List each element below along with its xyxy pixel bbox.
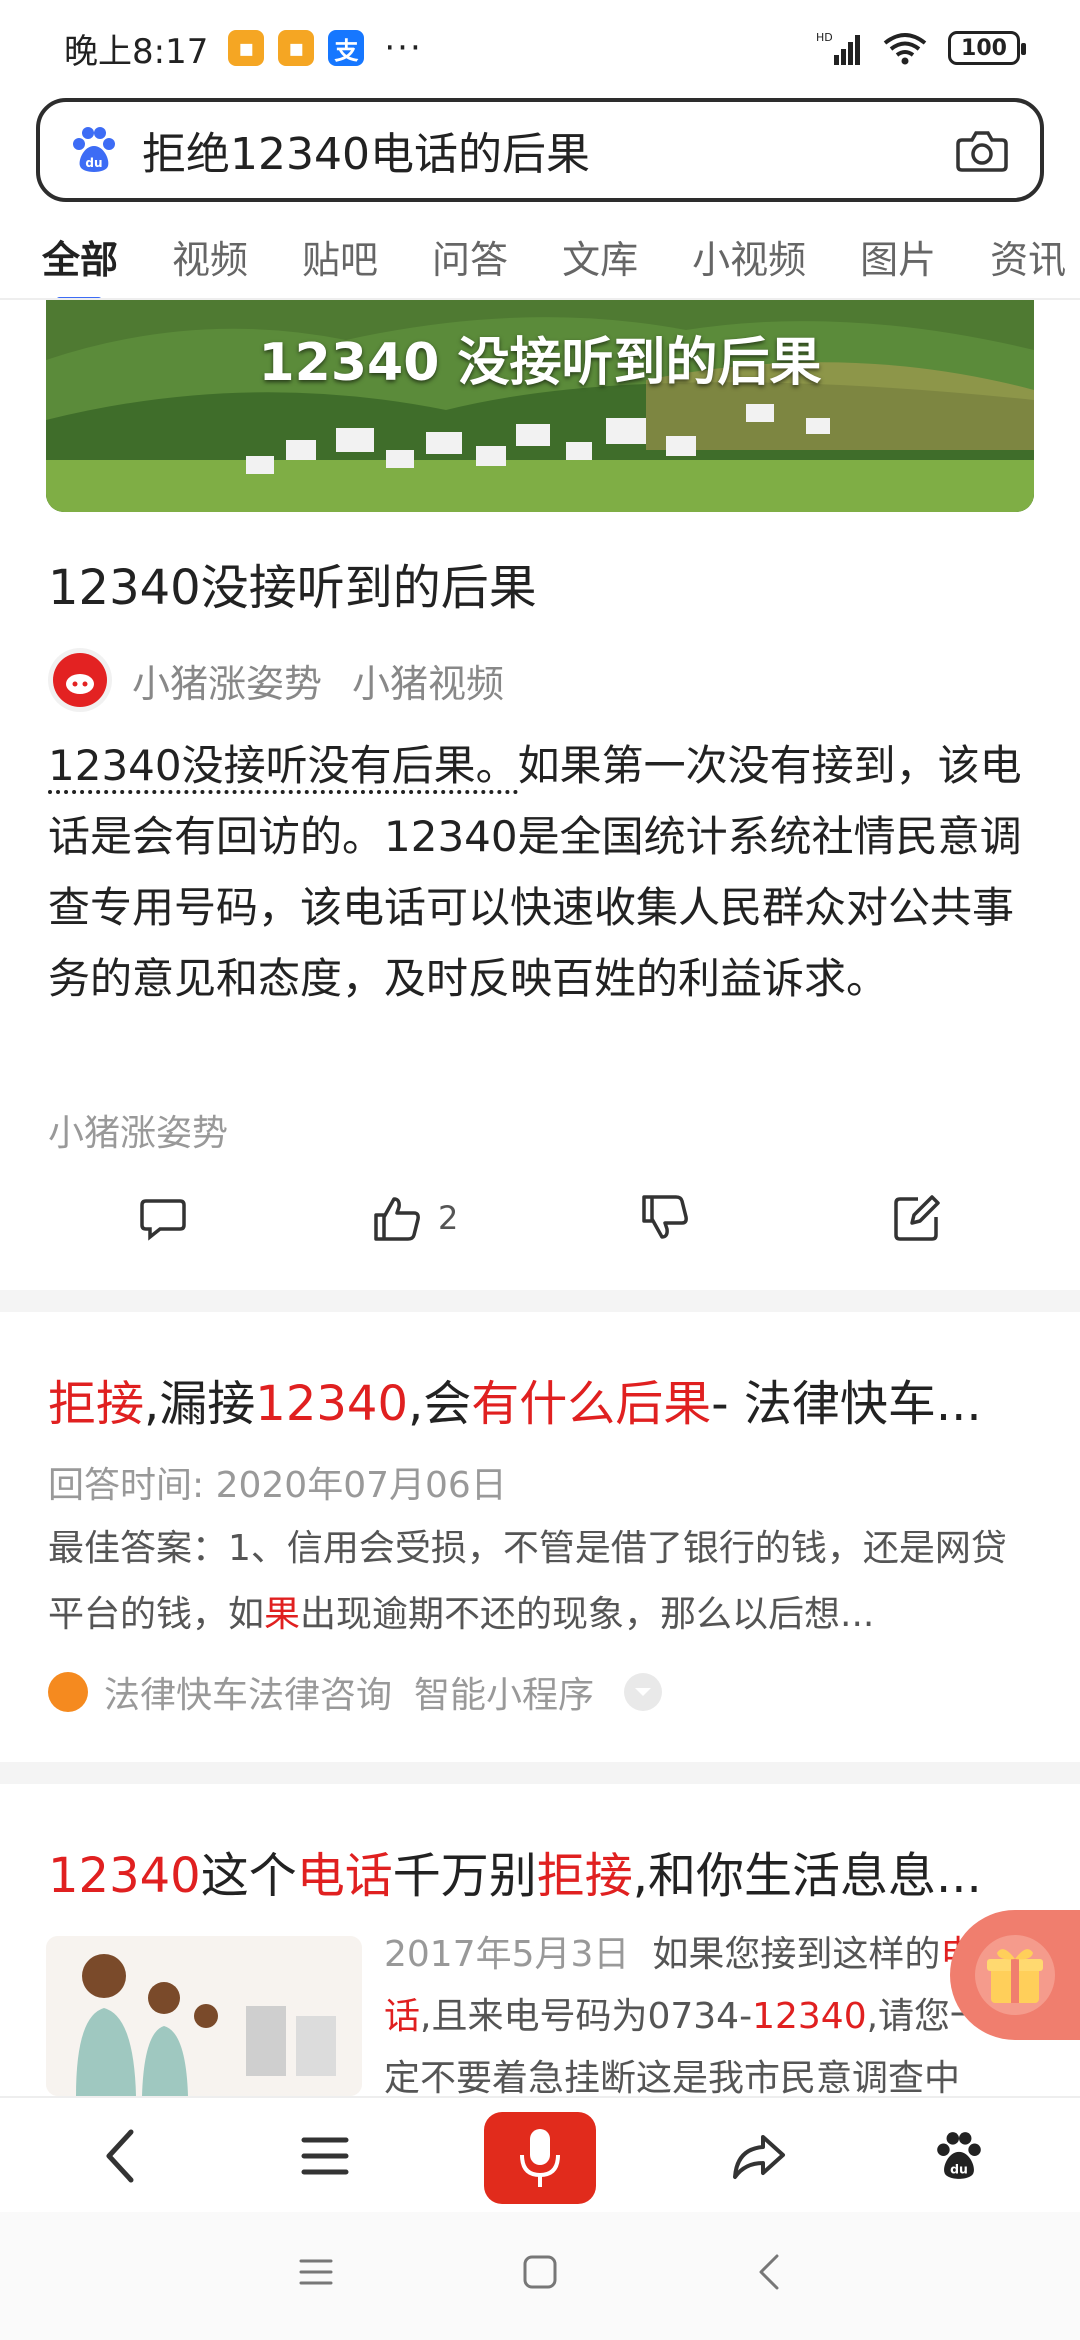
status-time: 晚上8:17 [64, 31, 209, 72]
author-source: 小猪视频 [352, 661, 505, 706]
system-back-button[interactable] [740, 2242, 800, 2302]
back-button[interactable] [86, 2098, 156, 2214]
notes-icon: ▪ [228, 30, 265, 66]
more-notifications-icon: ··· [384, 28, 423, 68]
bottom-toolbar: du [0, 2096, 1080, 2212]
tab-all[interactable]: 全部 [42, 229, 118, 304]
result-thumbnail[interactable] [46, 1936, 362, 2096]
svg-text:du: du [950, 2162, 968, 2177]
source-name[interactable]: 法律快车法律咨询 [104, 1666, 392, 1718]
action-bar: 2 [0, 1186, 1080, 1250]
author-name[interactable]: 小猪涨姿势 [132, 653, 322, 708]
result-title[interactable]: 12340没接听到的后果 [48, 548, 537, 618]
like-count: 2 [438, 1199, 459, 1237]
recent-apps-button[interactable] [286, 2242, 346, 2302]
edit-icon [894, 1195, 940, 1241]
like-button[interactable]: 2 [372, 1186, 458, 1250]
comment-button[interactable] [138, 1186, 188, 1250]
title-text: ,漏接 [144, 1376, 256, 1432]
avatar[interactable] [48, 648, 112, 712]
home-button[interactable] [510, 2242, 570, 2302]
tab-images[interactable]: 图片 [860, 229, 936, 284]
result-title[interactable]: 12340这个电话千万别拒接,和你生活息息... [48, 1836, 1038, 1906]
status-bar: 晚上8:17 ▪ ▪ 支 ··· HD 100 [0, 0, 1080, 96]
menu-button[interactable] [290, 2098, 360, 2214]
title-text: 这个 [200, 1848, 297, 1904]
tab-news[interactable]: 资讯 [990, 229, 1066, 284]
title-highlight: 12340 [255, 1376, 408, 1432]
menu-icon [301, 2137, 349, 2175]
svg-text:HD: HD [816, 31, 833, 44]
publish-date: 2017年5月3日 [384, 1934, 630, 1975]
baidu-home-button[interactable]: du [924, 2098, 994, 2214]
card-separator [0, 1290, 1080, 1312]
law-express-logo-icon [48, 1672, 88, 1712]
comment-icon [140, 1199, 186, 1241]
snippet-text: 出现逾期不还的现象，那么以后想... [300, 1594, 875, 1635]
result-source: 法律快车法律咨询 智能小程序 [48, 1664, 663, 1720]
dislike-button[interactable] [640, 1186, 690, 1250]
author-row: 小猪涨姿势 小猪视频 [48, 648, 534, 712]
wifi-icon [883, 33, 927, 65]
title-highlight: 拒接 [48, 1376, 145, 1432]
result-snippet[interactable]: 12340没接听没有后果。如果第一次没有接到，该电话是会有回访的。12340是全… [48, 730, 1032, 1014]
edit-button[interactable] [892, 1186, 942, 1250]
tab-tieba[interactable]: 贴吧 [302, 229, 378, 284]
snippet-highlight: 12340 [752, 1996, 867, 2037]
video-thumbnail[interactable]: 12340 没接听到的后果 [46, 300, 1034, 512]
thumbs-up-icon [374, 1197, 420, 1241]
search-input[interactable]: 拒绝12340电话的后果 [142, 118, 954, 182]
title-highlight: 有什么后果 [471, 1376, 712, 1432]
title-highlight: 电话 [296, 1848, 393, 1904]
back-arrow-icon [106, 2129, 134, 2183]
tab-wenku[interactable]: 文库 [562, 229, 638, 284]
answer-time: 回答时间: 2020年07月06日 [48, 1465, 507, 1506]
microphone-icon [520, 2129, 560, 2187]
title-highlight: 12340 [48, 1848, 201, 1904]
svg-text:du: du [85, 156, 102, 170]
result-snippet[interactable]: 2017年5月3日 如果您接到这样的电话,且来电号码为0734-12340,请您… [384, 1924, 1014, 2094]
thumbs-down-icon [642, 1195, 688, 1239]
share-button[interactable] [724, 2098, 794, 2214]
voice-search-button[interactable] [484, 2112, 596, 2204]
title-highlight: 拒接 [536, 1848, 633, 1904]
tab-video[interactable]: 视频 [172, 229, 248, 284]
signal-icon: HD [816, 31, 860, 65]
title-text: ,和你生活息息... [632, 1848, 982, 1904]
source-type: 智能小程序 [414, 1675, 595, 1716]
card-separator [0, 1762, 1080, 1784]
result-snippet[interactable]: 最佳答案：1、信用会受损，不管是借了银行的钱，还是网贷平台的钱，如果出现逾期不还… [48, 1516, 1018, 1648]
system-nav-bar [0, 2212, 1080, 2340]
snippet-text: ,且来电号码为0734- [420, 1996, 753, 2037]
menu-icon [299, 2259, 333, 2285]
gift-icon [975, 1935, 1055, 2015]
thumbnail-caption: 12340 没接听到的后果 [258, 333, 822, 393]
baidu-paw-icon: du [937, 2132, 981, 2179]
battery-icon: 100 [948, 31, 1026, 65]
result-source: 小猪涨姿势 [48, 1113, 229, 1154]
snippet-text: 如果您接到这样的 [652, 1934, 941, 1975]
chevron-down-icon[interactable] [624, 1673, 663, 1711]
tab-short-video[interactable]: 小视频 [692, 229, 806, 284]
highlighted-answer: 12340没接听没有后果。 [48, 741, 518, 794]
notes-icon-2: ▪ [278, 30, 315, 66]
camera-icon[interactable] [954, 122, 1010, 178]
back-arrow-icon [759, 2254, 779, 2290]
title-text: 千万别 [392, 1848, 537, 1904]
search-bar[interactable]: du 拒绝12340电话的后果 [36, 98, 1044, 202]
category-tabs: 全部 视频 贴吧 问答 文库 小视频 图片 资讯 [0, 212, 1080, 304]
title-text: ,会 [407, 1376, 472, 1432]
home-square-icon [523, 2255, 557, 2289]
gift-button[interactable] [950, 1910, 1080, 2040]
result-title[interactable]: 拒接,漏接12340,会有什么后果- 法律快车... [48, 1364, 1038, 1434]
snippet-highlight: 果 [264, 1594, 301, 1635]
share-icon [733, 2135, 785, 2179]
tab-qa[interactable]: 问答 [432, 229, 508, 284]
title-text: - 法律快车... [711, 1376, 982, 1432]
baidu-paw-icon: du [73, 127, 115, 172]
alipay-icon: 支 [328, 30, 365, 66]
